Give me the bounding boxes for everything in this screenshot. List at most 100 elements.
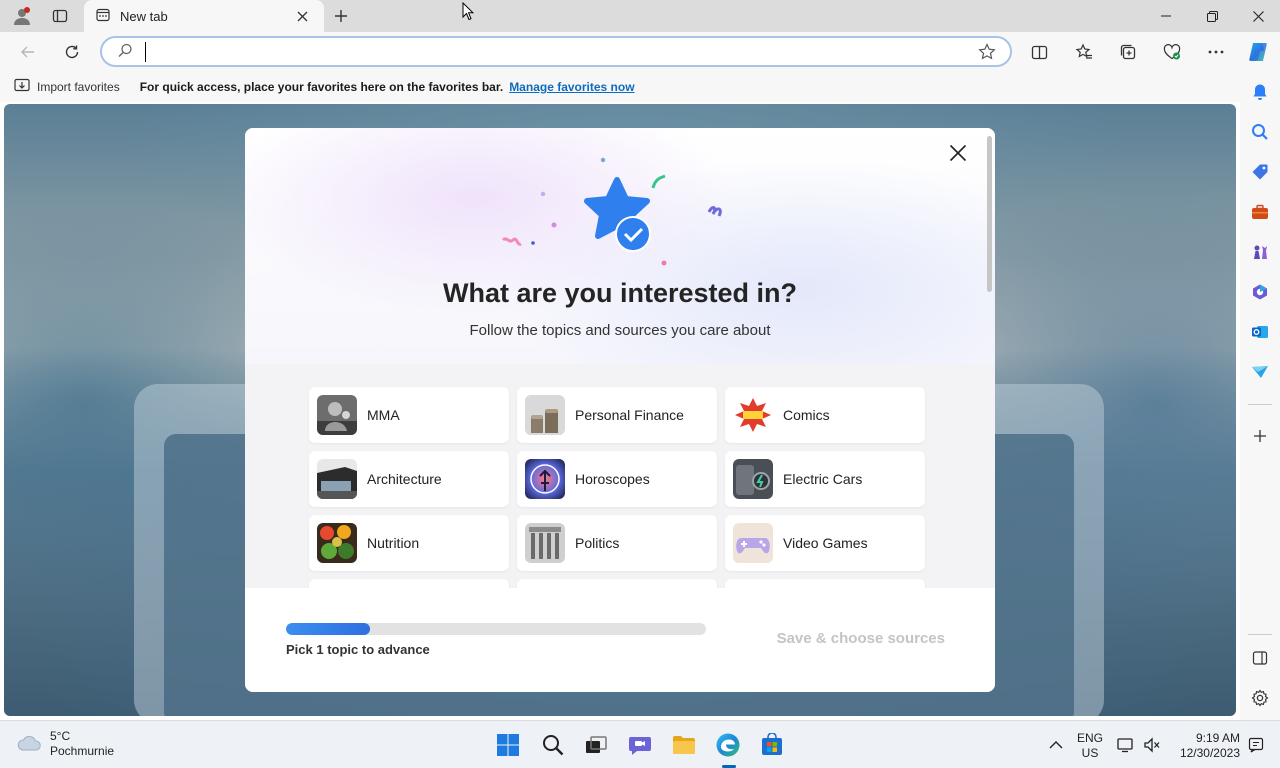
add-sidebar-app-icon[interactable] — [1248, 424, 1272, 448]
favorites-bar: Import favorites For quick access, place… — [0, 72, 1240, 102]
sidebar-settings-gear-icon[interactable] — [1248, 686, 1272, 710]
show-hidden-icons-chevron-up-icon[interactable] — [1046, 735, 1066, 755]
sidebar-divider — [1248, 634, 1272, 635]
back-button[interactable] — [12, 36, 44, 68]
cloud-icon — [16, 733, 42, 756]
dialog-scrollbar[interactable] — [987, 136, 992, 292]
shopping-tag-icon[interactable] — [1248, 160, 1272, 184]
toolbar — [0, 32, 1280, 72]
topic-card-architecture[interactable]: Architecture — [309, 451, 509, 507]
topic-card-partial[interactable] — [517, 579, 717, 588]
split-screen-icon[interactable] — [1023, 36, 1055, 68]
topic-label: Personal Finance — [575, 407, 684, 423]
minimize-button[interactable] — [1146, 0, 1186, 32]
topic-label: Architecture — [367, 471, 442, 487]
clock[interactable]: 9:19 AM 12/30/2023 — [1170, 731, 1240, 761]
task-view-icon[interactable] — [580, 729, 612, 761]
comics-thumb-icon — [733, 395, 773, 435]
import-favorites-button[interactable]: Import favorites — [14, 78, 120, 96]
topic-progress-bar — [286, 623, 706, 635]
favorites-bar-message: For quick access, place your favorites h… — [139, 80, 504, 94]
clock-time: 9:19 AM — [1195, 731, 1240, 745]
hide-sidebar-icon[interactable] — [1248, 646, 1272, 670]
tab-title: New tab — [120, 8, 168, 24]
gamepad-thumb-icon — [733, 523, 773, 563]
edge-browser-icon[interactable] — [712, 729, 744, 761]
topic-card-video-games[interactable]: Video Games — [725, 515, 925, 571]
mouse-cursor-icon — [462, 1, 475, 24]
topic-card-nutrition[interactable]: Nutrition — [309, 515, 509, 571]
weather-widget[interactable]: 5°C Pochmurnie — [16, 729, 114, 759]
topic-card-politics[interactable]: Politics — [517, 515, 717, 571]
dialog-close-icon[interactable] — [945, 140, 971, 166]
save-choose-sources-button[interactable]: Save & choose sources — [765, 630, 945, 647]
profile-icon[interactable] — [8, 0, 36, 32]
weather-description: Pochmurnie — [50, 744, 115, 758]
topic-card-mma[interactable]: MMA — [309, 387, 509, 443]
manage-favorites-link[interactable]: Manage favorites now — [509, 80, 634, 94]
weather-temperature: 5°C — [50, 729, 71, 743]
restore-button[interactable] — [1192, 0, 1232, 32]
add-favorite-star-icon[interactable] — [978, 43, 996, 64]
import-favorites-label: Import favorites — [37, 80, 120, 94]
browser-essentials-icon[interactable] — [1156, 36, 1188, 68]
close-window-button[interactable] — [1238, 0, 1278, 32]
topic-label: Politics — [575, 535, 620, 551]
notifications-bell-icon[interactable] — [1248, 80, 1272, 104]
dialog-footer: Pick 1 topic to advance Save & choose so… — [245, 588, 995, 692]
topic-label: Video Games — [783, 535, 868, 551]
keyboard-layout: US — [1081, 746, 1099, 760]
topic-card-horoscopes[interactable]: Horoscopes — [517, 451, 717, 507]
sidebar-divider — [1248, 404, 1272, 405]
coins-thumb-icon — [525, 395, 565, 435]
topic-card-partial[interactable] — [725, 579, 925, 588]
copilot-icon[interactable] — [1242, 36, 1274, 68]
games-chess-icon[interactable] — [1248, 240, 1272, 264]
topic-card-personal-finance[interactable]: Personal Finance — [517, 387, 717, 443]
horoscope-thumb-icon — [525, 459, 565, 499]
taskbar-search-icon[interactable] — [537, 729, 569, 761]
windows-start-icon[interactable] — [492, 729, 524, 761]
tab-new-tab[interactable]: New tab — [84, 0, 324, 32]
architecture-thumb-icon — [317, 459, 357, 499]
topic-label: Horoscopes — [575, 471, 650, 487]
title-bar: New tab — [0, 0, 1280, 32]
dialog-header: What are you interested in? Follow the t… — [245, 128, 995, 364]
topic-card-electric-cars[interactable]: Electric Cars — [725, 451, 925, 507]
progress-label: Pick 1 topic to advance — [286, 642, 430, 657]
settings-more-icon[interactable] — [1200, 36, 1232, 68]
topic-progress-fill — [286, 623, 370, 635]
new-tab-button[interactable] — [328, 0, 354, 32]
teams-chat-icon[interactable] — [624, 729, 656, 761]
topic-label: Comics — [783, 407, 830, 423]
search-sidebar-icon[interactable] — [1248, 120, 1272, 144]
topic-card-partial[interactable] — [309, 579, 509, 588]
address-bar[interactable] — [100, 36, 1012, 67]
outlook-icon[interactable] — [1248, 320, 1272, 344]
new-tab-page-icon — [96, 8, 110, 25]
collections-icon[interactable] — [1112, 36, 1144, 68]
tab-close-icon[interactable] — [292, 6, 312, 26]
microsoft-store-icon[interactable] — [756, 729, 788, 761]
topic-label: MMA — [367, 407, 400, 423]
import-icon — [14, 78, 30, 96]
volume-muted-icon[interactable] — [1142, 735, 1162, 755]
tab-actions-icon[interactable] — [46, 0, 74, 32]
search-icon — [118, 43, 133, 61]
dialog-subtitle: Follow the topics and sources you care a… — [469, 322, 771, 339]
topic-card-comics[interactable]: Comics — [725, 387, 925, 443]
microsoft-365-icon[interactable] — [1248, 280, 1272, 304]
drop-send-icon[interactable] — [1248, 360, 1272, 384]
file-explorer-icon[interactable] — [668, 729, 700, 761]
favorites-icon[interactable] — [1068, 36, 1100, 68]
tools-briefcase-icon[interactable] — [1248, 200, 1272, 224]
address-input[interactable] — [145, 41, 945, 62]
star-check-illustration — [501, 157, 722, 266]
topic-label: Nutrition — [367, 535, 420, 551]
language-indicator[interactable]: ENG US — [1074, 731, 1106, 761]
refresh-button[interactable] — [56, 36, 88, 68]
notification-center-icon[interactable] — [1246, 735, 1266, 755]
network-icon[interactable] — [1116, 735, 1136, 755]
interests-dialog: What are you interested in? Follow the t… — [245, 128, 995, 692]
topics-grid: MMA Personal Finance Comics Architecture — [245, 364, 995, 588]
